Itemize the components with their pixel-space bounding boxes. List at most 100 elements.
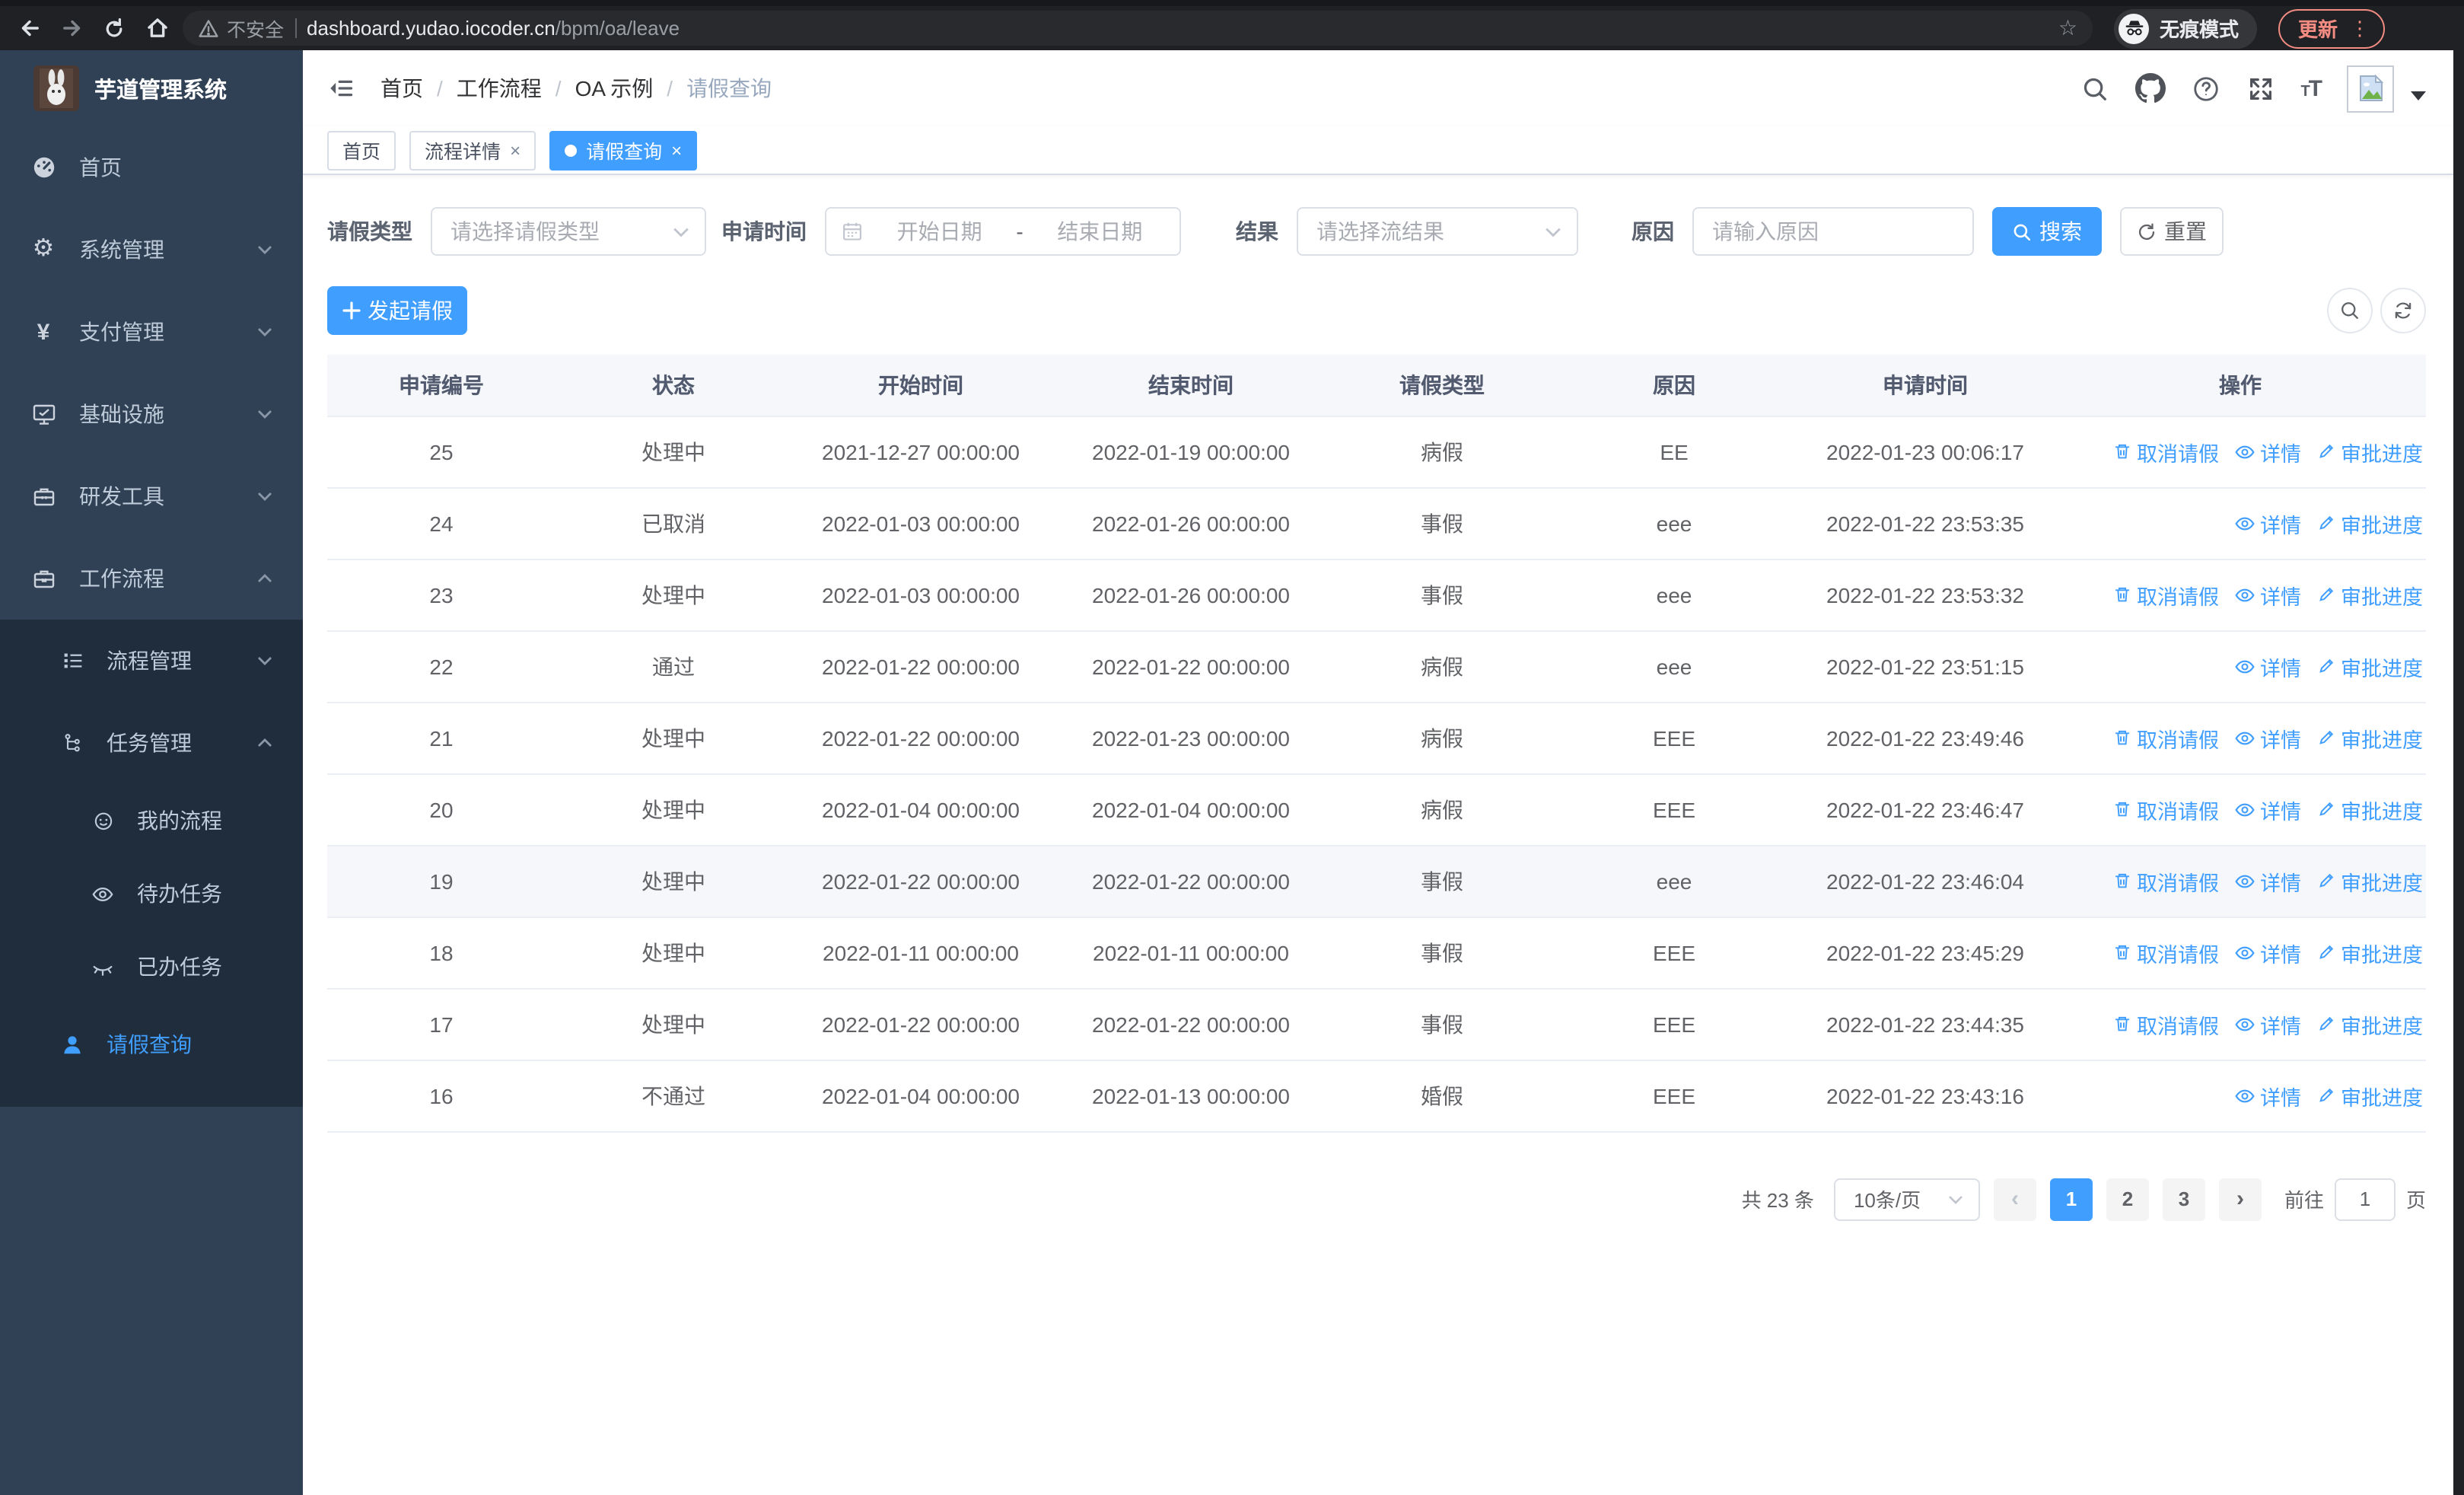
leave-type-select[interactable]: 请选择请假类型: [431, 207, 706, 256]
tree-list-icon: [59, 650, 85, 671]
sidebar-item-todo-tasks[interactable]: 待办任务: [0, 857, 303, 930]
sidebar-fold-button[interactable]: [327, 75, 355, 102]
create-leave-button[interactable]: 发起请假: [327, 286, 467, 335]
prev-page-button[interactable]: ‹: [1993, 1178, 2036, 1220]
cancel-leave-link[interactable]: 取消请假: [2112, 436, 2219, 467]
cell-end-time: 2022-01-22 00:00:00: [1050, 988, 1332, 1060]
create-leave-label: 发起请假: [368, 298, 453, 323]
detail-link[interactable]: 详情: [2234, 865, 2301, 896]
progress-link[interactable]: 审批进度: [2316, 1009, 2423, 1039]
table-row: 24 已取消 2022-01-03 00:00:00 2022-01-26 00:00…: [327, 487, 2426, 559]
progress-link[interactable]: 审批进度: [2316, 508, 2423, 538]
breadcrumb-home[interactable]: 首页: [380, 73, 423, 104]
tab-home[interactable]: 首页: [327, 130, 396, 170]
cell-leave-type: 事假: [1332, 487, 1552, 559]
browser-update-button[interactable]: 更新 ⋮: [2278, 8, 2386, 48]
cancel-leave-link[interactable]: 取消请假: [2112, 1009, 2219, 1039]
sidebar-item-workflow[interactable]: 工作流程: [0, 537, 303, 620]
cell-apply-time: 2022-01-22 23:45:29: [1796, 916, 2055, 989]
detail-link[interactable]: 详情: [2234, 937, 2301, 967]
detail-link[interactable]: 详情: [2234, 651, 2301, 681]
trash-icon: [2115, 1016, 2129, 1031]
page-scrollbar[interactable]: [2453, 50, 2464, 1495]
refresh-table-button[interactable]: [2380, 288, 2426, 333]
table-header-row: 申请编号 状态 开始时间 结束时间 请假类型 原因 申请时间 操作: [327, 355, 2426, 416]
sidebar-item-home[interactable]: 首页: [0, 126, 303, 209]
dashboard-icon: [30, 155, 56, 180]
page-3-button[interactable]: 3: [2162, 1178, 2205, 1220]
sidebar-item-leave-query[interactable]: 请假查询: [0, 1003, 303, 1085]
progress-link[interactable]: 审批进度: [2316, 794, 2423, 824]
close-icon[interactable]: ×: [671, 139, 682, 161]
avatar-dropdown-caret[interactable]: [2411, 91, 2426, 100]
page-1-button[interactable]: 1: [2049, 1178, 2093, 1220]
close-icon[interactable]: ×: [510, 139, 520, 161]
header-search-button[interactable]: [2080, 74, 2109, 103]
incognito-icon: [2119, 13, 2149, 43]
tab-label: 请假查询: [586, 142, 663, 163]
detail-link[interactable]: 详情: [2234, 794, 2301, 824]
reason-input[interactable]: [1712, 219, 1954, 244]
cell-status: 处理中: [556, 416, 791, 488]
goto-page-input[interactable]: [2334, 1178, 2396, 1220]
progress-link[interactable]: 审批进度: [2316, 651, 2423, 681]
cell-id: 24: [327, 487, 556, 559]
cell-leave-type: 病假: [1332, 773, 1552, 846]
detail-link[interactable]: 详情: [2234, 579, 2301, 610]
detail-link[interactable]: 详情: [2234, 436, 2301, 467]
browser-forward-button[interactable]: [55, 11, 88, 45]
page-size-select[interactable]: 10条/页: [1833, 1178, 1980, 1220]
sidebar-item-task-management[interactable]: 任务管理: [0, 702, 303, 784]
browser-back-button[interactable]: [12, 11, 46, 45]
eye-icon: [2235, 659, 2255, 673]
sidebar-item-payment[interactable]: ¥ 支付管理: [0, 291, 303, 373]
result-select[interactable]: 请选择流结果: [1297, 207, 1578, 256]
progress-link[interactable]: 审批进度: [2316, 722, 2423, 753]
cancel-leave-link[interactable]: 取消请假: [2112, 579, 2219, 610]
detail-link[interactable]: 详情: [2234, 508, 2301, 538]
breadcrumb-workflow[interactable]: 工作流程: [457, 73, 542, 104]
sidebar-item-process-management[interactable]: 流程管理: [0, 620, 303, 702]
github-link-button[interactable]: [2135, 73, 2166, 104]
sidebar-item-my-process[interactable]: 我的流程: [0, 784, 303, 857]
browser-menu-icon[interactable]: ⋮: [2350, 16, 2370, 40]
end-date-placeholder: 结束日期: [1057, 219, 1143, 244]
sidebar-item-infrastructure[interactable]: 基础设施: [0, 373, 303, 455]
detail-link[interactable]: 详情: [2234, 1009, 2301, 1039]
progress-link[interactable]: 审批进度: [2316, 436, 2423, 467]
tab-leave-query[interactable]: 请假查询 ×: [549, 130, 698, 170]
help-button[interactable]: [2191, 74, 2220, 103]
progress-link[interactable]: 审批进度: [2316, 579, 2423, 610]
browser-home-button[interactable]: [140, 11, 173, 45]
show-search-toggle-button[interactable]: [2327, 288, 2373, 333]
tab-process-detail[interactable]: 流程详情 ×: [409, 130, 536, 170]
cancel-leave-link[interactable]: 取消请假: [2112, 794, 2219, 824]
cancel-leave-link[interactable]: 取消请假: [2112, 937, 2219, 967]
sidebar-item-dev-tools[interactable]: 研发工具: [0, 455, 303, 537]
search-button[interactable]: 搜索: [1992, 207, 2102, 256]
font-size-button[interactable]: TT: [2300, 75, 2322, 101]
bookmark-star-icon[interactable]: ☆: [2058, 15, 2077, 41]
next-page-button[interactable]: ›: [2218, 1178, 2262, 1220]
fullscreen-button[interactable]: [2246, 74, 2275, 103]
sidebar-item-done-tasks[interactable]: 已办任务: [0, 930, 303, 1003]
url-bar[interactable]: 不安全 dashboard.yudao.iocoder.cn/bpm/oa/le…: [183, 11, 2093, 46]
apply-time-range-picker[interactable]: 开始日期 - 结束日期: [825, 207, 1181, 256]
cell-end-time: 2022-01-26 00:00:00: [1050, 487, 1332, 559]
progress-link[interactable]: 审批进度: [2316, 865, 2423, 896]
progress-link[interactable]: 审批进度: [2316, 1080, 2423, 1111]
table-row: 25 处理中 2021-12-27 00:00:00 2022-01-19 00:00…: [327, 416, 2426, 488]
cancel-leave-link[interactable]: 取消请假: [2112, 865, 2219, 896]
detail-link[interactable]: 详情: [2234, 722, 2301, 753]
browser-reload-button[interactable]: [97, 11, 131, 45]
cell-end-time: 2022-01-19 00:00:00: [1050, 416, 1332, 488]
sidebar-item-system[interactable]: ⚙ 系统管理: [0, 209, 303, 291]
page-2-button[interactable]: 2: [2106, 1178, 2149, 1220]
reset-button[interactable]: 重置: [2120, 207, 2224, 256]
breadcrumb-oa-example[interactable]: OA 示例: [575, 73, 654, 104]
progress-link[interactable]: 审批进度: [2316, 937, 2423, 967]
cancel-leave-link[interactable]: 取消请假: [2112, 722, 2219, 753]
detail-link[interactable]: 详情: [2234, 1080, 2301, 1111]
active-tab-dot: [565, 144, 578, 156]
avatar[interactable]: [2347, 65, 2394, 112]
